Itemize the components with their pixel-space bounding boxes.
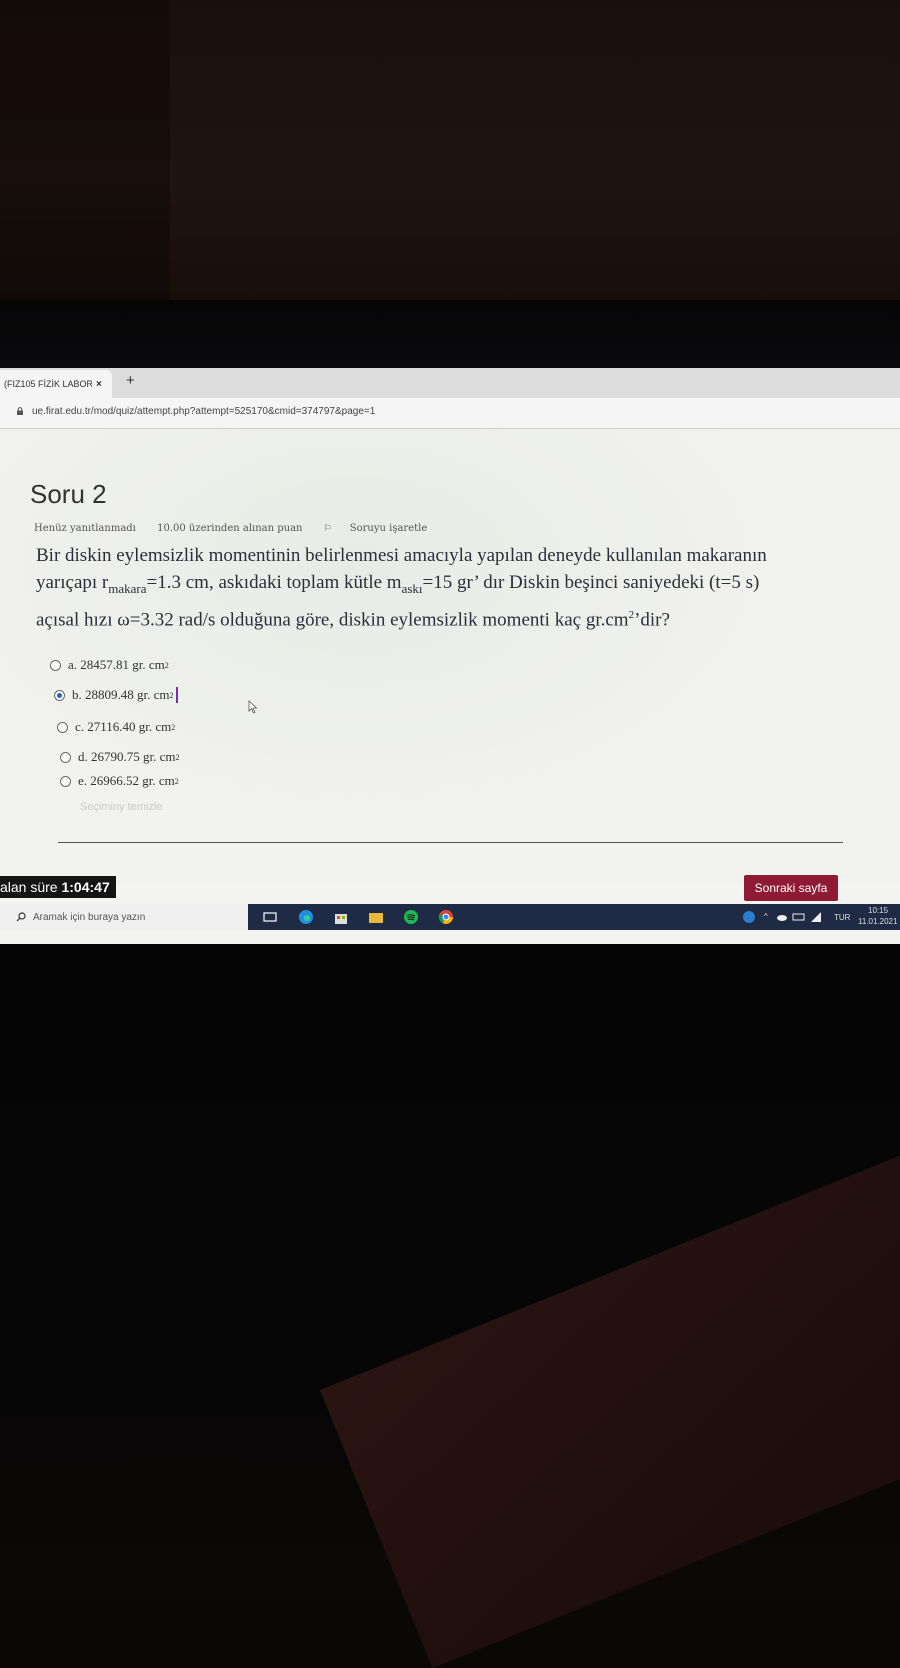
monitor-bezel-top — [0, 300, 900, 370]
chrome-icon[interactable] — [438, 909, 454, 925]
help-icon[interactable] — [742, 910, 756, 924]
tab-title: (FIZ105 FİZİK LABOR — [4, 379, 92, 389]
clock-date[interactable]: 11.01.2021 — [858, 917, 897, 926]
answer-option-b[interactable]: b. 28809.48 gr. cm 2 — [54, 687, 178, 703]
language-indicator[interactable]: TUR — [834, 913, 850, 922]
answer-option-c[interactable]: c. 27116.40 gr. cm 2 — [57, 719, 175, 735]
show-hidden-icons-icon[interactable]: ^ — [764, 912, 768, 921]
option-label: e. 26966.52 gr. cm — [78, 773, 175, 788]
option-label: d. 26790.75 gr. cm — [78, 749, 176, 764]
mouse-cursor-icon — [248, 700, 258, 714]
flag-question-link[interactable]: ⚐ Soruyu işaretle — [324, 523, 446, 534]
store-icon[interactable] — [333, 909, 349, 925]
url-text[interactable]: ue.firat.edu.tr/mod/quiz/attempt.php?att… — [32, 406, 375, 417]
question-line-2: yarıçapı rmakara=1.3 cm, askıdaki toplam… — [36, 572, 760, 596]
spotify-icon[interactable] — [403, 909, 419, 925]
option-label: b. 28809.48 gr. cm — [72, 687, 170, 702]
edge-browser-icon[interactable] — [298, 909, 314, 925]
battery-icon[interactable] — [792, 912, 806, 922]
radio-button[interactable] — [60, 775, 71, 787]
question-status: Henüz yanıtlanmadı — [34, 523, 136, 534]
clock-time[interactable]: 10:15 — [868, 906, 888, 915]
radio-button[interactable] — [60, 751, 71, 763]
question-line-3: açısal hızı ω=3.32 rad/s olduğuna göre, … — [36, 608, 670, 631]
answer-option-e[interactable]: e. 26966.52 gr. cm 2 — [60, 773, 179, 789]
time-remaining: alan süre 1:04:47 — [0, 876, 116, 898]
timer-label: alan süre — [0, 879, 58, 895]
question-points: 10.00 üzerinden alınan puan — [157, 523, 303, 534]
address-bar[interactable]: ue.firat.edu.tr/mod/quiz/attempt.php?att… — [0, 398, 900, 429]
search-icon — [16, 912, 26, 922]
windows-taskbar: Aramak için buraya yazın ^ TUR 10:15 11.… — [0, 904, 900, 930]
lock-icon — [17, 407, 23, 415]
new-tab-button[interactable]: + — [126, 372, 135, 389]
taskbar-search-box[interactable]: Aramak için buraya yazın — [0, 904, 248, 930]
answer-option-a[interactable]: a. 28457.81 gr. cm 2 — [50, 657, 169, 673]
browser-window: (FIZ105 FİZİK LABOR × + ue.firat.edu.tr/… — [0, 368, 900, 944]
radio-button[interactable] — [50, 659, 61, 671]
option-label: a. 28457.81 gr. cm — [68, 657, 165, 672]
question-title: Soru 2 — [30, 479, 107, 509]
task-view-icon[interactable] — [262, 909, 278, 925]
radio-button[interactable] — [57, 721, 68, 733]
text-caret — [175, 687, 178, 703]
onedrive-icon[interactable] — [776, 912, 788, 922]
quiz-page: Soru 2 Henüz yanıtlanmadı 10.00 üzerinde… — [0, 429, 900, 884]
flag-icon: ⚐ — [323, 524, 332, 534]
next-page-button[interactable]: Sonraki sayfa — [744, 875, 838, 901]
file-explorer-icon[interactable] — [368, 909, 384, 925]
wifi-icon[interactable] — [810, 911, 822, 923]
close-tab-icon[interactable]: × — [96, 379, 102, 390]
clear-choice-link[interactable]: Seçiminy temizle — [80, 801, 163, 813]
background-shadow — [0, 0, 170, 300]
question-text: Bir diskin eylemsizlik momentinin belirl… — [36, 542, 876, 633]
question-line-1: Bir diskin eylemsizlik momentinin belirl… — [36, 545, 767, 566]
tab-bar: (FIZ105 FİZİK LABOR × + — [0, 368, 900, 398]
answer-option-d[interactable]: d. 26790.75 gr. cm 2 — [60, 749, 180, 765]
timer-value: 1:04:47 — [61, 879, 110, 895]
option-label: c. 27116.40 gr. cm — [75, 719, 172, 734]
radio-button-selected[interactable] — [54, 689, 65, 701]
section-divider — [58, 842, 843, 843]
browser-tab[interactable]: (FIZ105 FİZİK LABOR × — [0, 370, 112, 398]
search-placeholder: Aramak için buraya yazın — [33, 911, 146, 923]
question-meta: Henüz yanıtlanmadı 10.00 üzerinden alına… — [34, 523, 463, 534]
flag-label: Soruyu işaretle — [349, 523, 428, 534]
